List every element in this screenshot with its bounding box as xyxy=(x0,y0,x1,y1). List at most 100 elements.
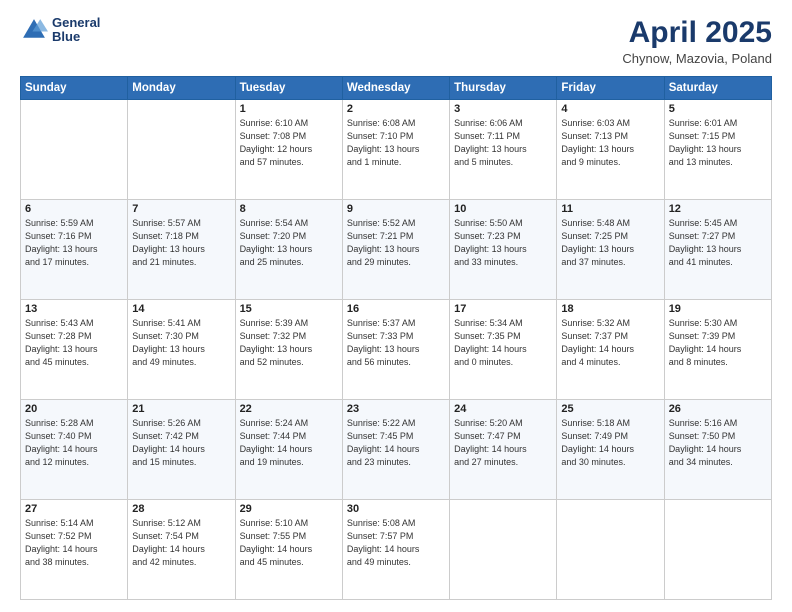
day-number: 21 xyxy=(132,403,230,415)
calendar-cell-w5-d1: 27Sunrise: 5:14 AM Sunset: 7:52 PM Dayli… xyxy=(21,500,128,600)
logo-icon xyxy=(20,16,48,44)
day-info: Sunrise: 5:57 AM Sunset: 7:18 PM Dayligh… xyxy=(132,217,230,269)
week-row-5: 27Sunrise: 5:14 AM Sunset: 7:52 PM Dayli… xyxy=(21,500,772,600)
day-info: Sunrise: 5:54 AM Sunset: 7:20 PM Dayligh… xyxy=(240,217,338,269)
day-number: 15 xyxy=(240,303,338,315)
calendar-cell-w3-d4: 16Sunrise: 5:37 AM Sunset: 7:33 PM Dayli… xyxy=(342,300,449,400)
day-info: Sunrise: 5:28 AM Sunset: 7:40 PM Dayligh… xyxy=(25,417,123,469)
day-info: Sunrise: 5:18 AM Sunset: 7:49 PM Dayligh… xyxy=(561,417,659,469)
day-info: Sunrise: 6:01 AM Sunset: 7:15 PM Dayligh… xyxy=(669,117,767,169)
calendar-cell-w2-d5: 10Sunrise: 5:50 AM Sunset: 7:23 PM Dayli… xyxy=(450,200,557,300)
calendar-cell-w4-d6: 25 Sunrise: 5:18 AM Sunset: 7:49 PM Dayli… xyxy=(557,400,664,500)
day-info: Sunrise: 5:34 AM Sunset: 7:35 PM Dayligh… xyxy=(454,317,552,369)
day-number: 30 xyxy=(347,503,445,515)
calendar-cell-w5-d5 xyxy=(450,500,557,600)
col-saturday: Saturday xyxy=(664,77,771,100)
calendar-cell-w4-d2: 21 Sunrise: 5:26 AM Sunset: 7:42 PM Dayli… xyxy=(128,400,235,500)
calendar-cell-w2-d4: 9Sunrise: 5:52 AM Sunset: 7:21 PM Daylig… xyxy=(342,200,449,300)
day-number: 9 xyxy=(347,203,445,215)
week-row-3: 13Sunrise: 5:43 AM Sunset: 7:28 PM Dayli… xyxy=(21,300,772,400)
calendar-cell-w5-d4: 30 Sunrise: 5:08 AM Sunset: 7:57 PM Dayli… xyxy=(342,500,449,600)
day-info: Sunrise: 5:24 AM Sunset: 7:44 PM Dayligh… xyxy=(240,417,338,469)
calendar-cell-w2-d6: 11 Sunrise: 5:48 AM Sunset: 7:25 PM Dayli… xyxy=(557,200,664,300)
page: General Blue April 2025 Chynow, Mazovia,… xyxy=(0,0,792,612)
calendar-cell-w2-d2: 7 Sunrise: 5:57 AM Sunset: 7:18 PM Daylig… xyxy=(128,200,235,300)
col-monday: Monday xyxy=(128,77,235,100)
col-tuesday: Tuesday xyxy=(235,77,342,100)
day-number: 24 xyxy=(454,403,552,415)
day-info: Sunrise: 6:08 AM Sunset: 7:10 PM Dayligh… xyxy=(347,117,445,169)
day-number: 17 xyxy=(454,303,552,315)
day-info: Sunrise: 6:10 AM Sunset: 7:08 PM Dayligh… xyxy=(240,117,338,169)
day-info: Sunrise: 5:41 AM Sunset: 7:30 PM Dayligh… xyxy=(132,317,230,369)
week-row-4: 20 Sunrise: 5:28 AM Sunset: 7:40 PM Dayli… xyxy=(21,400,772,500)
calendar-cell-w3-d5: 17 Sunrise: 5:34 AM Sunset: 7:35 PM Dayli… xyxy=(450,300,557,400)
day-info: Sunrise: 5:20 AM Sunset: 7:47 PM Dayligh… xyxy=(454,417,552,469)
day-number: 8 xyxy=(240,203,338,215)
day-number: 25 xyxy=(561,403,659,415)
calendar-cell-w1-d5: 3 Sunrise: 6:06 AM Sunset: 7:11 PM Daylig… xyxy=(450,100,557,200)
logo-text: General Blue xyxy=(52,16,100,45)
day-number: 28 xyxy=(132,503,230,515)
day-info: Sunrise: 5:45 AM Sunset: 7:27 PM Dayligh… xyxy=(669,217,767,269)
calendar-cell-w1-d6: 4Sunrise: 6:03 AM Sunset: 7:13 PM Daylig… xyxy=(557,100,664,200)
calendar-cell-w1-d2 xyxy=(128,100,235,200)
calendar-cell-w2-d1: 6 Sunrise: 5:59 AM Sunset: 7:16 PM Daylig… xyxy=(21,200,128,300)
calendar-cell-w3-d1: 13Sunrise: 5:43 AM Sunset: 7:28 PM Dayli… xyxy=(21,300,128,400)
day-number: 2 xyxy=(347,103,445,115)
day-number: 18 xyxy=(561,303,659,315)
calendar-cell-w1-d4: 2 Sunrise: 6:08 AM Sunset: 7:10 PM Daylig… xyxy=(342,100,449,200)
day-number: 4 xyxy=(561,103,659,115)
week-row-1: 1 Sunrise: 6:10 AM Sunset: 7:08 PM Daylig… xyxy=(21,100,772,200)
day-info: Sunrise: 5:32 AM Sunset: 7:37 PM Dayligh… xyxy=(561,317,659,369)
calendar-table: Sunday Monday Tuesday Wednesday Thursday… xyxy=(20,76,772,600)
day-info: Sunrise: 5:12 AM Sunset: 7:54 PM Dayligh… xyxy=(132,517,230,569)
day-number: 1 xyxy=(240,103,338,115)
day-info: Sunrise: 5:48 AM Sunset: 7:25 PM Dayligh… xyxy=(561,217,659,269)
logo-line1: General xyxy=(52,16,100,30)
logo-line2: Blue xyxy=(52,30,100,44)
calendar-cell-w1-d1 xyxy=(21,100,128,200)
day-info: Sunrise: 5:39 AM Sunset: 7:32 PM Dayligh… xyxy=(240,317,338,369)
day-number: 7 xyxy=(132,203,230,215)
day-info: Sunrise: 5:30 AM Sunset: 7:39 PM Dayligh… xyxy=(669,317,767,369)
day-info: Sunrise: 6:06 AM Sunset: 7:11 PM Dayligh… xyxy=(454,117,552,169)
logo: General Blue xyxy=(20,16,100,45)
calendar-cell-w4-d4: 23Sunrise: 5:22 AM Sunset: 7:45 PM Dayli… xyxy=(342,400,449,500)
day-number: 3 xyxy=(454,103,552,115)
calendar-cell-w2-d7: 12Sunrise: 5:45 AM Sunset: 7:27 PM Dayli… xyxy=(664,200,771,300)
calendar-cell-w4-d7: 26Sunrise: 5:16 AM Sunset: 7:50 PM Dayli… xyxy=(664,400,771,500)
header: General Blue April 2025 Chynow, Mazovia,… xyxy=(20,16,772,66)
day-number: 5 xyxy=(669,103,767,115)
day-info: Sunrise: 5:22 AM Sunset: 7:45 PM Dayligh… xyxy=(347,417,445,469)
day-number: 16 xyxy=(347,303,445,315)
day-number: 6 xyxy=(25,203,123,215)
week-row-2: 6 Sunrise: 5:59 AM Sunset: 7:16 PM Daylig… xyxy=(21,200,772,300)
day-number: 14 xyxy=(132,303,230,315)
day-number: 10 xyxy=(454,203,552,215)
day-info: Sunrise: 5:43 AM Sunset: 7:28 PM Dayligh… xyxy=(25,317,123,369)
col-thursday: Thursday xyxy=(450,77,557,100)
col-sunday: Sunday xyxy=(21,77,128,100)
title-block: April 2025 Chynow, Mazovia, Poland xyxy=(622,16,772,66)
calendar-cell-w1-d7: 5 Sunrise: 6:01 AM Sunset: 7:15 PM Daylig… xyxy=(664,100,771,200)
day-info: Sunrise: 5:14 AM Sunset: 7:52 PM Dayligh… xyxy=(25,517,123,569)
calendar-cell-w3-d3: 15 Sunrise: 5:39 AM Sunset: 7:32 PM Dayli… xyxy=(235,300,342,400)
calendar-cell-w3-d6: 18 Sunrise: 5:32 AM Sunset: 7:37 PM Dayli… xyxy=(557,300,664,400)
day-number: 11 xyxy=(561,203,659,215)
calendar-cell-w3-d7: 19Sunrise: 5:30 AM Sunset: 7:39 PM Dayli… xyxy=(664,300,771,400)
day-info: Sunrise: 5:59 AM Sunset: 7:16 PM Dayligh… xyxy=(25,217,123,269)
title-location: Chynow, Mazovia, Poland xyxy=(622,51,772,66)
day-info: Sunrise: 5:26 AM Sunset: 7:42 PM Dayligh… xyxy=(132,417,230,469)
calendar-cell-w1-d3: 1 Sunrise: 6:10 AM Sunset: 7:08 PM Daylig… xyxy=(235,100,342,200)
calendar-cell-w4-d5: 24 Sunrise: 5:20 AM Sunset: 7:47 PM Dayli… xyxy=(450,400,557,500)
day-number: 20 xyxy=(25,403,123,415)
day-number: 22 xyxy=(240,403,338,415)
calendar-header-row: Sunday Monday Tuesday Wednesday Thursday… xyxy=(21,77,772,100)
calendar-cell-w4-d1: 20 Sunrise: 5:28 AM Sunset: 7:40 PM Dayli… xyxy=(21,400,128,500)
calendar-cell-w5-d6 xyxy=(557,500,664,600)
calendar-cell-w5-d7 xyxy=(664,500,771,600)
col-wednesday: Wednesday xyxy=(342,77,449,100)
day-info: Sunrise: 5:08 AM Sunset: 7:57 PM Dayligh… xyxy=(347,517,445,569)
title-month: April 2025 xyxy=(622,16,772,49)
